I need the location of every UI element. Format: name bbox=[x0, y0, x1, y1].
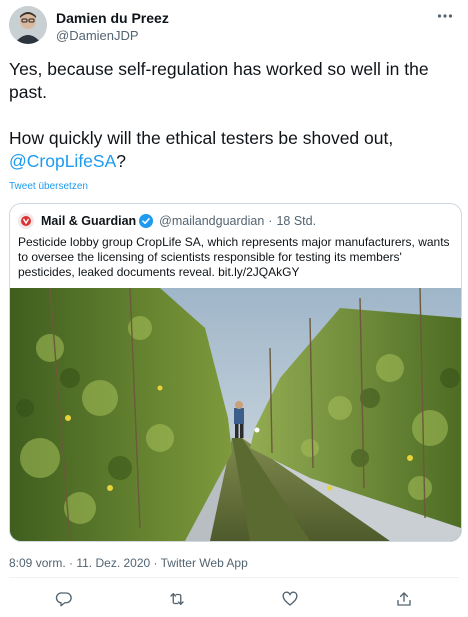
meta-separator: · bbox=[268, 214, 273, 228]
divider bbox=[9, 577, 459, 578]
quoted-author-handle: @mailandguardian bbox=[159, 214, 265, 228]
mail-guardian-logo-icon bbox=[18, 213, 34, 229]
tweet-paragraph-2: How quickly will the ethical testers be … bbox=[9, 127, 459, 173]
tweet-paragraph-1: Yes, because self-regulation has worked … bbox=[9, 59, 429, 102]
translate-tweet-link[interactable]: Tweet übersetzen bbox=[9, 181, 88, 192]
heart-icon[interactable] bbox=[279, 588, 301, 610]
author-handle[interactable]: @DamienJDP bbox=[56, 27, 169, 44]
tweet-paragraph-2-suffix: ? bbox=[116, 151, 126, 171]
author-name[interactable]: Damien du Preez bbox=[56, 10, 169, 27]
tweet-header: Damien du Preez @DamienJDP bbox=[9, 6, 459, 46]
mention-link[interactable]: @CropLifeSA bbox=[9, 151, 116, 171]
author-avatar[interactable] bbox=[9, 6, 47, 44]
retweet-icon[interactable] bbox=[166, 588, 188, 610]
tweet-paragraph-2-text: How quickly will the ethical testers be … bbox=[9, 128, 394, 148]
quoted-tweet-time: 18 Std. bbox=[276, 214, 317, 228]
tweet-actions bbox=[9, 588, 459, 610]
quoted-tweet-header: Mail & Guardian @mailandguardian · 18 St… bbox=[18, 212, 316, 230]
author-info: Damien du Preez @DamienJDP bbox=[56, 10, 169, 44]
reply-icon[interactable] bbox=[53, 588, 75, 610]
tweet-text: Yes, because self-regulation has worked … bbox=[9, 58, 459, 173]
share-icon[interactable] bbox=[393, 588, 415, 610]
quoted-tweet-text: Pesticide lobby group CropLife SA, which… bbox=[18, 235, 454, 281]
quoted-tweet-link[interactable]: bit.ly/2JQAkGY bbox=[218, 265, 299, 279]
verified-badge-icon bbox=[139, 214, 154, 228]
quoted-author-name: Mail & Guardian bbox=[41, 214, 137, 228]
tweet-timestamp[interactable]: 8:09 vorm. · 11. Dez. 2020 · Twitter Web… bbox=[9, 556, 248, 570]
quoted-tweet-photo[interactable] bbox=[10, 288, 461, 541]
quoted-tweet[interactable]: Mail & Guardian @mailandguardian · 18 St… bbox=[9, 203, 462, 542]
more-options-icon[interactable] bbox=[433, 6, 457, 26]
